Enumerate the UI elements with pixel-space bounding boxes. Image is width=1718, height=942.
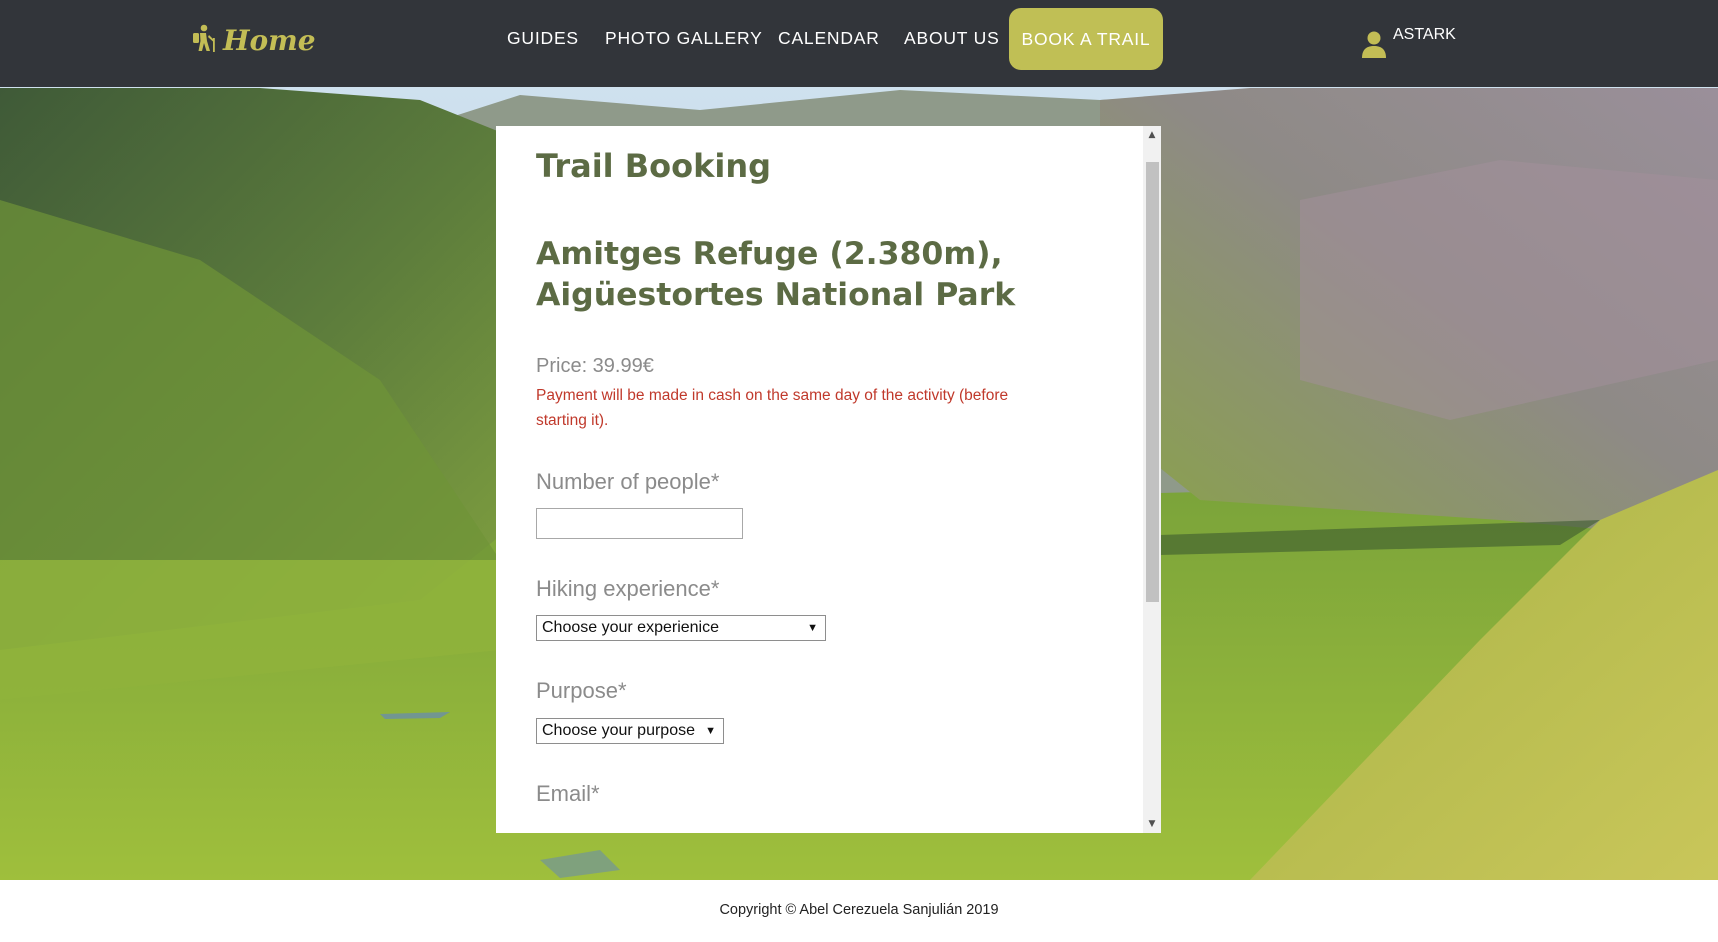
home-link[interactable]: Home: [191, 20, 316, 60]
user-icon: [1361, 30, 1387, 63]
experience-select[interactable]: Choose your experienice ▼: [536, 615, 826, 641]
top-navbar: Home GUIDES PHOTO GALLERY CALENDAR ABOUT…: [0, 0, 1718, 87]
scroll-up-arrow-icon[interactable]: ▲: [1143, 126, 1161, 144]
hiker-icon: [191, 24, 217, 56]
panel-scrollbar[interactable]: ▲ ▼: [1143, 126, 1161, 833]
nav-guides[interactable]: GUIDES: [507, 28, 579, 49]
experience-label: Hiking experience*: [536, 576, 720, 601]
page-title: Trail Booking: [536, 147, 772, 185]
user-name: ASTARK: [1393, 26, 1456, 43]
copyright-text: Copyright © Abel Cerezuela Sanjulián 201…: [719, 902, 999, 918]
book-a-trail-button[interactable]: BOOK A TRAIL: [1009, 8, 1163, 70]
payment-note: Payment will be made in cash on the same…: [536, 387, 1009, 429]
purpose-label: Purpose*: [536, 678, 627, 703]
experience-selected: Choose your experienice: [542, 619, 719, 636]
user-menu[interactable]: ASTARK: [1361, 26, 1456, 60]
caret-down-icon: ▼: [705, 725, 716, 737]
caret-down-icon: ▼: [807, 622, 818, 634]
trail-price: Price: 39.99€: [536, 355, 654, 377]
footer: Copyright © Abel Cerezuela Sanjulián 201…: [0, 880, 1718, 942]
scroll-thumb[interactable]: [1146, 162, 1159, 602]
purpose-select[interactable]: Choose your purpose ▼: [536, 718, 724, 744]
booking-panel: Trail Booking Amitges Refuge (2.380m), A…: [496, 126, 1161, 833]
purpose-selected: Choose your purpose: [542, 722, 695, 739]
trail-name: Amitges Refuge (2.380m), Aigüestortes Na…: [536, 236, 1016, 313]
brand-label: Home: [223, 23, 316, 57]
nav-calendar[interactable]: CALENDAR: [778, 28, 880, 49]
nav-about-us[interactable]: ABOUT US: [904, 28, 1000, 49]
people-input[interactable]: [536, 508, 743, 539]
email-label: Email*: [536, 781, 600, 806]
people-label: Number of people*: [536, 469, 720, 494]
nav-photo-gallery[interactable]: PHOTO GALLERY: [605, 28, 763, 49]
scroll-down-arrow-icon[interactable]: ▼: [1143, 815, 1161, 833]
